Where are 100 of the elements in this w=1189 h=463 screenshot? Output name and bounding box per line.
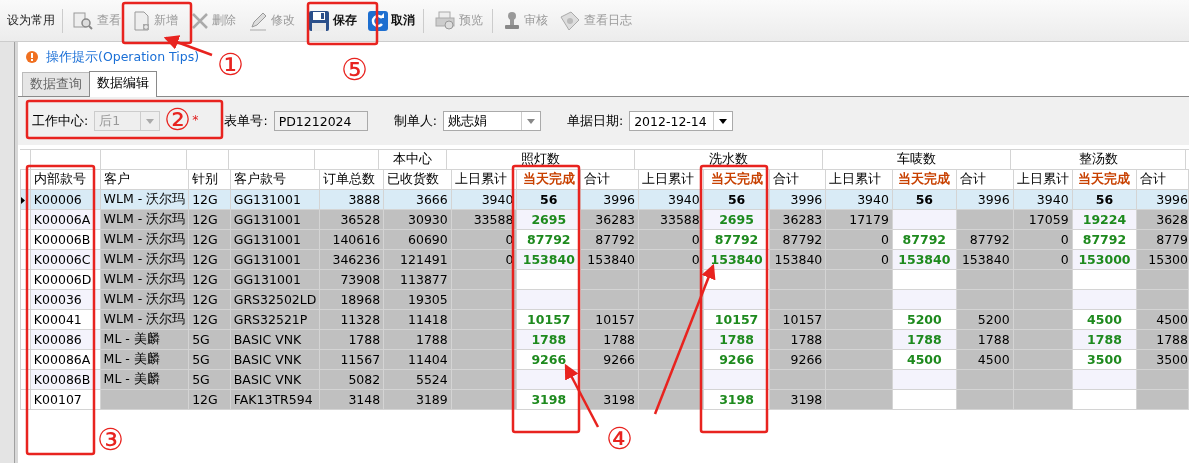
table-cell: BASIC VNK bbox=[233, 332, 302, 347]
table-cell: 11567 bbox=[340, 352, 381, 367]
warning-icon bbox=[26, 51, 38, 63]
stamp-icon bbox=[502, 10, 521, 31]
table-cell: 1788 bbox=[348, 332, 381, 347]
table-cell: K00086B bbox=[33, 372, 91, 387]
input-field[interactable]: PD1212024 bbox=[273, 111, 368, 131]
table-cell: 5G bbox=[192, 332, 210, 347]
dropdown-arrow-icon bbox=[526, 118, 535, 124]
new-document-icon bbox=[132, 10, 151, 31]
table-cell: ML - 美麟 bbox=[103, 351, 160, 366]
table-cell: K00086A bbox=[33, 352, 91, 367]
date-picker[interactable]: 2012-12-14 bbox=[629, 111, 734, 131]
table-cell: 5G bbox=[192, 352, 210, 367]
highlight-box bbox=[121, 1, 193, 45]
table-cell: WLM - 沃尔玛 bbox=[103, 271, 186, 286]
table-cell: 10157 bbox=[782, 312, 823, 327]
arrow bbox=[564, 363, 600, 428]
table-cell: 36283 bbox=[595, 212, 636, 227]
table-cell: ML - 美麟 bbox=[103, 331, 160, 346]
group-header: 车唛数 bbox=[897, 151, 936, 166]
table-cell: 3500 bbox=[1156, 352, 1188, 367]
table-cell: 3628 bbox=[1156, 212, 1188, 227]
required-mark: * bbox=[192, 111, 199, 127]
table-cell: 3888 bbox=[348, 192, 381, 207]
table-cell: 3940 bbox=[667, 192, 700, 207]
table-cell: 18968 bbox=[340, 292, 381, 307]
callout-number: ③ bbox=[97, 425, 124, 455]
table-cell: BASIC VNK bbox=[233, 352, 302, 367]
table-cell: 11328 bbox=[340, 312, 381, 327]
group-header: 照灯数 bbox=[521, 151, 560, 166]
table-cell: GG131001 bbox=[233, 232, 301, 247]
callout-number: ② bbox=[164, 105, 191, 135]
toolbar-button[interactable]: 取消 bbox=[363, 5, 419, 36]
tab[interactable]: 数据查询 bbox=[22, 72, 90, 96]
table-cell: 17059 bbox=[1028, 212, 1069, 227]
table-cell: 11404 bbox=[408, 352, 448, 367]
table-cell: 11418 bbox=[408, 312, 448, 327]
table-cell: 153840 bbox=[774, 252, 823, 267]
tips-link[interactable]: 操作提示(Operation Tips) bbox=[46, 48, 200, 66]
table-cell: 1788 bbox=[977, 332, 1010, 347]
table-cell: WLM - 沃尔玛 bbox=[103, 211, 186, 226]
table-cell: 15300 bbox=[1148, 252, 1188, 267]
table-cell: 36528 bbox=[340, 212, 381, 227]
table-cell: 3148 bbox=[348, 392, 381, 407]
table-cell: 36283 bbox=[782, 212, 823, 227]
table-cell: GRS32502LD bbox=[233, 292, 317, 307]
table-cell: GG131001 bbox=[233, 252, 301, 267]
table-cell: 9266 bbox=[790, 352, 823, 367]
table-cell: WLM - 沃尔玛 bbox=[103, 231, 186, 246]
table-cell: 3996 bbox=[790, 192, 823, 207]
table-cell: K00036 bbox=[33, 292, 82, 307]
toolbar-button[interactable]: 保存 bbox=[301, 5, 363, 36]
table-cell: 3996 bbox=[603, 192, 636, 207]
table-cell: 4500 bbox=[977, 352, 1010, 367]
table-cell: 0 bbox=[881, 252, 889, 267]
row-pointer-icon bbox=[21, 197, 25, 204]
table-cell: WLM - 沃尔玛 bbox=[103, 311, 186, 326]
table-cell: K00006B bbox=[33, 232, 91, 247]
field-label: 单据日期: bbox=[566, 112, 624, 130]
table-cell: K00006C bbox=[33, 252, 91, 267]
table-cell: 5G bbox=[192, 372, 210, 387]
table-cell: 8779 bbox=[1156, 232, 1188, 247]
toolbar-button[interactable]: 设为常用 bbox=[4, 5, 58, 36]
table-cell: 5082 bbox=[348, 372, 381, 387]
table-cell: GG131001 bbox=[233, 272, 301, 287]
tab[interactable]: 数据编辑 bbox=[89, 71, 157, 97]
table-cell: WLM - 沃尔玛 bbox=[103, 251, 186, 266]
table-cell: 4500 bbox=[1156, 312, 1188, 327]
table-cell: 73908 bbox=[340, 272, 381, 287]
table-cell: 17179 bbox=[849, 212, 889, 227]
table-cell[interactable]: 56 bbox=[540, 192, 558, 207]
group-header: 整汤数 bbox=[1078, 151, 1118, 166]
table-cell: 3198 bbox=[790, 392, 823, 407]
save-icon bbox=[307, 9, 330, 32]
table-cell: 346236 bbox=[332, 252, 381, 267]
combo-box[interactable]: 姚志娟 bbox=[442, 111, 541, 131]
table-cell: 0 bbox=[691, 232, 700, 247]
magnifier-document-icon bbox=[71, 10, 94, 31]
delete-icon bbox=[190, 11, 209, 30]
table-cell: 1788 bbox=[790, 332, 823, 347]
table-cell: 12G bbox=[192, 232, 218, 247]
dropdown-arrow-icon bbox=[719, 118, 728, 124]
table-cell: 1788 bbox=[415, 332, 448, 347]
table-cell: 3198 bbox=[603, 392, 636, 407]
field-label: 工作中心: bbox=[32, 112, 89, 130]
table-cell: 3940 bbox=[481, 192, 514, 207]
table-cell: GG131001 bbox=[233, 212, 301, 227]
table-cell: 140616 bbox=[332, 232, 381, 247]
table-cell: 19305 bbox=[408, 292, 448, 307]
table-cell: 12G bbox=[192, 252, 218, 267]
table-cell: 33588 bbox=[660, 212, 700, 227]
table-cell: 0 bbox=[1060, 232, 1069, 247]
table-cell: 87792 bbox=[969, 232, 1010, 247]
table-cell: WLM - 沃尔玛 bbox=[103, 191, 186, 206]
table-cell: 33588 bbox=[473, 212, 514, 227]
table-cell: FAK13TR594 bbox=[233, 392, 313, 407]
table-cell: GRS32521P bbox=[233, 312, 308, 327]
table-cell: ML - 美麟 bbox=[103, 371, 160, 386]
table-cell: K00086 bbox=[33, 332, 82, 347]
